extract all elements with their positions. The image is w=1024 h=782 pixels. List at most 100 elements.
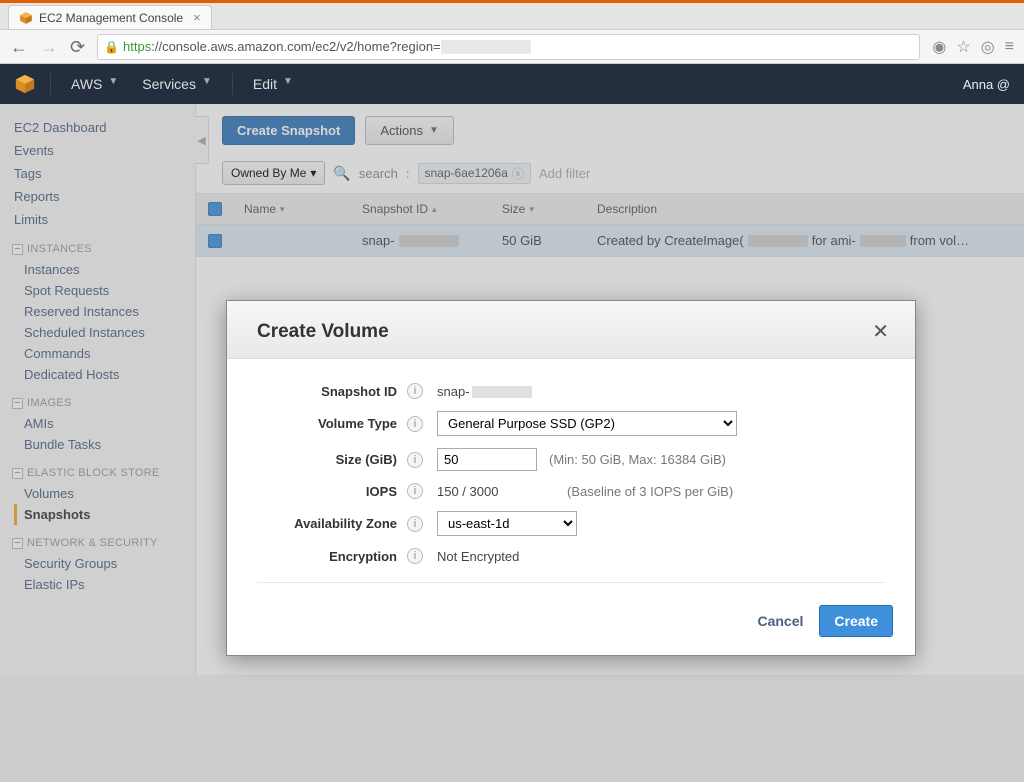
availability-zone-select[interactable]: us-east-1d <box>437 511 577 536</box>
sidebar-item-spot-requests[interactable]: Spot Requests <box>14 280 187 301</box>
sidebar-item-snapshots[interactable]: Snapshots <box>14 504 187 525</box>
owner-filter[interactable]: Owned By Me ▾ <box>222 161 325 185</box>
actions-button[interactable]: Actions ▼ <box>365 116 454 145</box>
label-iops: IOPS <box>257 484 407 499</box>
create-snapshot-button[interactable]: Create Snapshot <box>222 116 355 145</box>
back-icon[interactable]: ← <box>10 38 28 56</box>
iops-hint: (Baseline of 3 IOPS per GiB) <box>567 484 733 499</box>
collapse-icon[interactable]: − <box>12 468 23 479</box>
sidebar-item-reports[interactable]: Reports <box>14 185 187 208</box>
url-redacted <box>441 40 531 54</box>
sidebar-item-volumes[interactable]: Volumes <box>14 483 187 504</box>
sidebar-item-scheduled-instances[interactable]: Scheduled Instances <box>14 322 187 343</box>
sidebar-item-elastic-ips[interactable]: Elastic IPs <box>14 574 187 595</box>
sidebar-item-amis[interactable]: AMIs <box>14 413 187 434</box>
reload-icon[interactable]: ⟳ <box>70 38 85 56</box>
browser-tab[interactable]: EC2 Management Console × <box>8 5 212 29</box>
cell-size: 50 GiB <box>492 225 587 256</box>
info-icon[interactable]: i <box>407 548 423 564</box>
info-icon[interactable]: i <box>407 516 423 532</box>
collapse-icon[interactable]: − <box>12 244 23 255</box>
extension-bulb-icon[interactable]: ◉ <box>932 37 946 57</box>
sidebar-section-ebs[interactable]: − ELASTIC BLOCK STORE <box>12 467 187 479</box>
extension-eye-icon[interactable]: ◎ <box>981 37 995 57</box>
value-snapshot-id: snap- <box>437 384 885 399</box>
value-iops: 150 / 3000 <box>437 484 555 499</box>
select-all-checkbox[interactable] <box>196 194 234 224</box>
edit-menu-label: Edit <box>253 76 277 92</box>
search-icon[interactable]: 🔍 <box>333 165 350 182</box>
chevron-down-icon: ▾ <box>310 166 316 180</box>
row-iops: IOPS i 150 / 3000 (Baseline of 3 IOPS pe… <box>257 477 885 505</box>
row-snapshot-id: Snapshot ID i snap- <box>257 377 885 405</box>
redacted <box>472 386 532 398</box>
modal-title: Create Volume <box>257 321 389 343</box>
info-icon[interactable]: i <box>407 383 423 399</box>
table-row[interactable]: snap- 50 GiB Created by CreateImage( for… <box>196 225 1024 257</box>
size-input[interactable] <box>437 448 537 471</box>
sidebar-item-dedicated-hosts[interactable]: Dedicated Hosts <box>14 364 187 385</box>
sidebar-section-images[interactable]: − IMAGES <box>12 397 187 409</box>
chevron-down-icon: ▼ <box>429 125 439 136</box>
col-description[interactable]: Description <box>587 194 1024 224</box>
search-tag[interactable]: snap-6ae1206a ⓧ <box>418 163 531 184</box>
sidebar-section-instances[interactable]: − INSTANCES <box>12 243 187 255</box>
sidebar-item-limits[interactable]: Limits <box>14 208 187 231</box>
browser-tab-strip: EC2 Management Console × <box>0 0 1024 30</box>
create-button[interactable]: Create <box>819 605 893 637</box>
services-menu-label: Services <box>142 76 196 92</box>
cancel-button[interactable]: Cancel <box>757 613 803 629</box>
col-snapshot-id[interactable]: Snapshot ID▴ <box>352 194 492 224</box>
value-encryption: Not Encrypted <box>437 549 519 564</box>
sidebar-item-bundle-tasks[interactable]: Bundle Tasks <box>14 434 187 455</box>
label-size: Size (GiB) <box>257 452 407 467</box>
browser-url-bar: ← → ⟳ 🔒 https://console.aws.amazon.com/e… <box>0 30 1024 64</box>
filter-bar: Owned By Me ▾ 🔍 search : snap-6ae1206a ⓧ… <box>196 155 1024 194</box>
nav-separator <box>50 73 51 95</box>
col-name[interactable]: Name▾ <box>234 194 352 224</box>
redacted <box>399 235 459 247</box>
sidebar-section-network[interactable]: − NETWORK & SECURITY <box>12 537 187 549</box>
sidebar-item-tags[interactable]: Tags <box>14 162 187 185</box>
close-icon[interactable]: × <box>193 10 201 25</box>
sidebar-collapse-toggle[interactable]: ◀ <box>195 116 209 164</box>
lock-icon: 🔒 <box>104 40 119 54</box>
aws-menu[interactable]: AWS ▼ <box>65 72 124 96</box>
row-az: Availability Zone i us-east-1d <box>257 505 885 542</box>
sidebar-item-dashboard[interactable]: EC2 Dashboard <box>14 116 187 139</box>
user-menu[interactable]: Anna @ <box>963 77 1010 92</box>
col-size[interactable]: Size▾ <box>492 194 587 224</box>
chevron-down-icon: ▼ <box>283 76 293 92</box>
browser-tab-title: EC2 Management Console <box>39 11 183 25</box>
sidebar-item-events[interactable]: Events <box>14 139 187 162</box>
sidebar-item-reserved-instances[interactable]: Reserved Instances <box>14 301 187 322</box>
aws-cube-icon <box>19 11 33 25</box>
chevron-down-icon: ▼ <box>202 76 212 92</box>
sidebar-item-commands[interactable]: Commands <box>14 343 187 364</box>
chrome-menu-icon[interactable]: ≡ <box>1005 38 1014 56</box>
sidebar: EC2 Dashboard Events Tags Reports Limits… <box>0 104 196 675</box>
sidebar-item-security-groups[interactable]: Security Groups <box>14 553 187 574</box>
row-checkbox[interactable] <box>196 225 234 256</box>
aws-logo-icon[interactable] <box>14 73 36 95</box>
info-icon[interactable]: i <box>407 483 423 499</box>
collapse-icon[interactable]: − <box>12 538 23 549</box>
add-filter-button[interactable]: Add filter <box>539 166 590 181</box>
collapse-icon[interactable]: − <box>12 398 23 409</box>
info-icon[interactable]: i <box>407 452 423 468</box>
forward-icon: → <box>40 38 58 56</box>
url-input[interactable]: 🔒 https://console.aws.amazon.com/ec2/v2/… <box>97 34 920 60</box>
sidebar-item-instances[interactable]: Instances <box>14 259 187 280</box>
edit-menu[interactable]: Edit ▼ <box>247 72 299 96</box>
volume-type-select[interactable]: General Purpose SSD (GP2) <box>437 411 737 436</box>
label-az: Availability Zone <box>257 516 407 531</box>
remove-tag-icon[interactable]: ⓧ <box>512 165 524 182</box>
info-icon[interactable]: i <box>407 416 423 432</box>
close-icon[interactable]: ✕ <box>866 317 895 346</box>
row-size: Size (GiB) i (Min: 50 GiB, Max: 16384 Gi… <box>257 442 885 477</box>
label-snapshot-id: Snapshot ID <box>257 384 407 399</box>
bookmark-star-icon[interactable]: ☆ <box>956 37 970 57</box>
row-encryption: Encryption i Not Encrypted <box>257 542 885 570</box>
services-menu[interactable]: Services ▼ <box>136 72 218 96</box>
sort-icon: ▴ <box>432 204 437 215</box>
